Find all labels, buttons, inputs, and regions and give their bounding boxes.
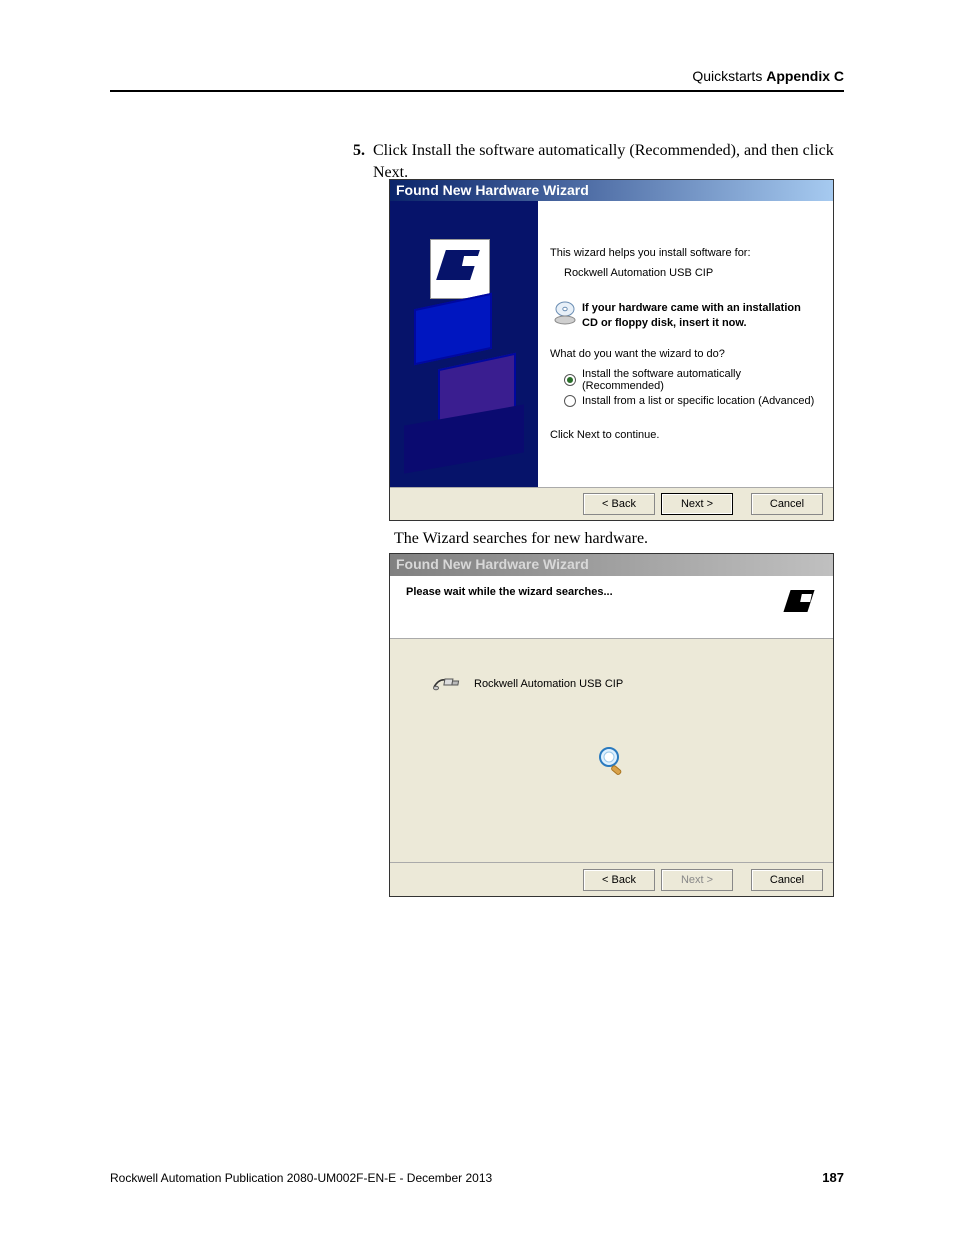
radio-auto-label: Install the software automatically (Reco… xyxy=(582,368,817,392)
back-button[interactable]: < Back xyxy=(583,869,655,891)
device-connector-icon xyxy=(432,673,462,695)
dialog-content: This wizard helps you install software f… xyxy=(538,201,833,487)
hardware-icon xyxy=(430,239,490,299)
cd-icon xyxy=(554,301,576,330)
wizard-prompt: What do you want the wizard to do? xyxy=(550,348,817,360)
radio-button-selected-icon xyxy=(564,374,576,386)
dialog2-titlebar: Found New Hardware Wizard xyxy=(390,554,833,576)
header-bold: Appendix C xyxy=(766,68,844,84)
next-button-disabled: Next > xyxy=(661,869,733,891)
dialog2-header: Please wait while the wizard searches... xyxy=(390,576,833,639)
dialog2-header-text: Please wait while the wizard searches... xyxy=(406,586,613,598)
wizard-dialog-install: Found New Hardware Wizard This wizard he… xyxy=(389,179,834,521)
device-name: Rockwell Automation USB CIP xyxy=(564,267,817,279)
intro-text: This wizard helps you install software f… xyxy=(550,247,817,259)
step-text: Click Install the software automatically… xyxy=(373,142,834,181)
footer-page-number: 187 xyxy=(822,1170,844,1185)
header-light: Quickstarts xyxy=(692,68,766,84)
back-button[interactable]: < Back xyxy=(583,493,655,515)
cancel-button[interactable]: Cancel xyxy=(751,493,823,515)
dialog-titlebar: Found New Hardware Wizard xyxy=(390,180,833,201)
dialog2-button-row: < Back Next > Cancel xyxy=(390,862,833,896)
radio-auto[interactable]: Install the software automatically (Reco… xyxy=(564,368,817,392)
dialog2-device-name: Rockwell Automation USB CIP xyxy=(474,678,623,690)
running-header: Quickstarts Appendix C xyxy=(692,68,844,84)
cd-notice: If your hardware came with an installati… xyxy=(582,301,817,330)
next-button[interactable]: Next > xyxy=(661,493,733,515)
dialog-main: This wizard helps you install software f… xyxy=(390,201,833,487)
step-number: 5. xyxy=(353,140,365,162)
header-rule xyxy=(110,90,844,92)
hardware-small-icon xyxy=(781,586,821,626)
caption-searching: The Wizard searches for new hardware. xyxy=(394,530,648,548)
radio-list[interactable]: Install from a list or specific location… xyxy=(564,395,817,407)
cancel-button[interactable]: Cancel xyxy=(751,869,823,891)
continue-text: Click Next to continue. xyxy=(550,429,817,441)
magnifier-search-icon xyxy=(597,745,627,782)
dialog-button-row: < Back Next > Cancel xyxy=(390,487,833,520)
radio-list-label: Install from a list or specific location… xyxy=(582,395,814,407)
wizard-dialog-searching: Found New Hardware Wizard Please wait wh… xyxy=(389,553,834,897)
radio-button-icon xyxy=(564,395,576,407)
step-5: 5. Click Install the software automatica… xyxy=(373,140,844,183)
footer-publication: Rockwell Automation Publication 2080-UM0… xyxy=(110,1171,492,1185)
dialog2-body: Rockwell Automation USB CIP xyxy=(390,639,833,862)
dialog-sidebar-graphic xyxy=(390,201,538,487)
